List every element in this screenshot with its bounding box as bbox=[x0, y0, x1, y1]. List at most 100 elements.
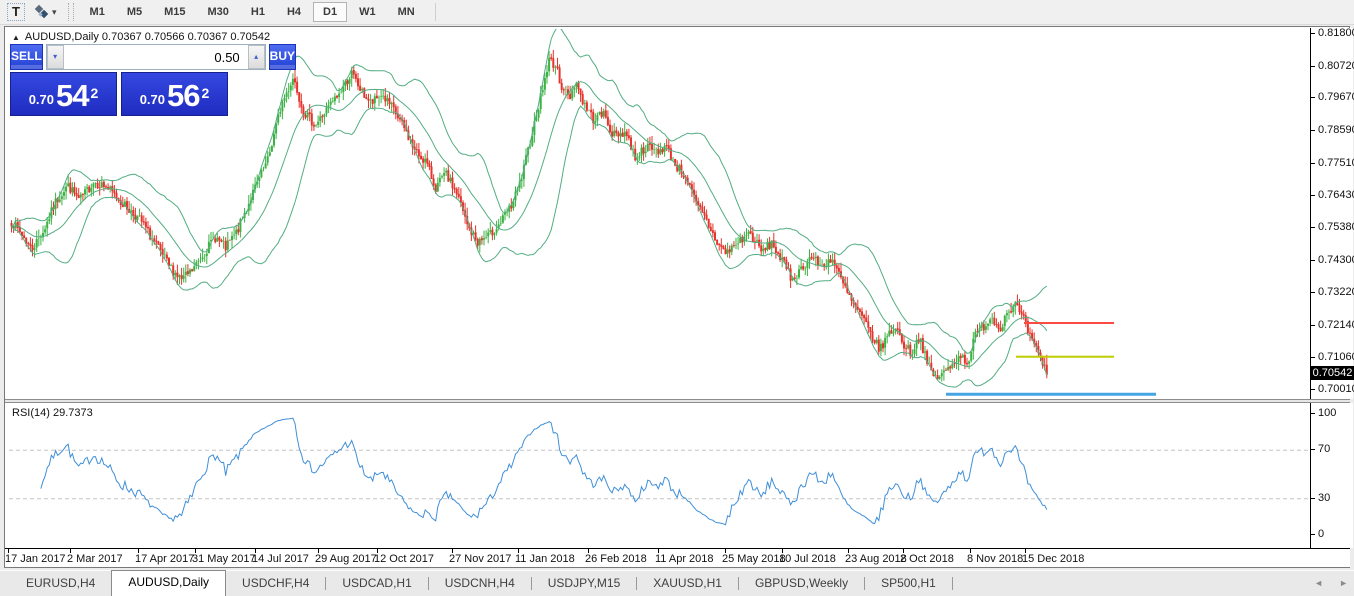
rsi-tick bbox=[1311, 449, 1315, 450]
price-tick-label: 0.76430 bbox=[1318, 189, 1354, 201]
chart-tab-usdcad-h1[interactable]: USDCAD,H1 bbox=[326, 572, 427, 596]
price-tick bbox=[1311, 389, 1315, 390]
rsi-pane-chart[interactable] bbox=[9, 404, 1311, 549]
chart-tab-gbpusd-weekly[interactable]: GBPUSD,Weekly bbox=[739, 572, 864, 596]
toolbar-separator bbox=[435, 3, 436, 21]
chart-tab-usdcnh-h4[interactable]: USDCNH,H4 bbox=[429, 572, 531, 596]
sell-price-big: 54 bbox=[56, 82, 88, 110]
chart-tab-usdjpy-m15[interactable]: USDJPY,M15 bbox=[532, 572, 636, 596]
price-tick-label: 0.70010 bbox=[1318, 383, 1354, 395]
tab-scroll-right-icon[interactable]: ► bbox=[1339, 578, 1348, 588]
chart-title-text: AUDUSD,Daily 0.70367 0.70566 0.70367 0.7… bbox=[25, 31, 270, 43]
rsi-tick-label: 70 bbox=[1318, 443, 1330, 455]
price-tick bbox=[1311, 325, 1315, 326]
price-tick-label: 0.79670 bbox=[1318, 91, 1354, 103]
sell-button[interactable]: SELL bbox=[10, 44, 43, 70]
price-tick-label: 0.72140 bbox=[1318, 319, 1354, 331]
price-tick bbox=[1311, 292, 1315, 293]
price-tick-label: 0.74300 bbox=[1318, 254, 1354, 266]
buy-price-pip: 2 bbox=[202, 88, 210, 98]
time-tick-label: 14 Jul 2017 bbox=[252, 553, 309, 565]
timeframe-button-m15[interactable]: M15 bbox=[154, 2, 195, 22]
rsi-tick bbox=[1311, 498, 1315, 499]
time-tick-label: 11 Jan 2018 bbox=[515, 553, 575, 565]
rsi-tick bbox=[1311, 413, 1315, 414]
time-tick-label: 23 Aug 2018 bbox=[845, 553, 907, 565]
price-tick bbox=[1311, 66, 1315, 67]
time-tick-label: 26 Feb 2018 bbox=[585, 553, 647, 565]
chart-title: ▲ AUDUSD,Daily 0.70367 0.70566 0.70367 0.… bbox=[12, 31, 270, 43]
sell-price-display[interactable]: 0.70 54 2 bbox=[10, 72, 117, 116]
chevron-down-icon: ▾ bbox=[52, 7, 57, 18]
time-axis[interactable]: 17 Jan 20172 Mar 201717 Apr 201731 May 2… bbox=[5, 548, 1350, 567]
rsi-tick bbox=[1311, 534, 1315, 535]
pane-divider[interactable] bbox=[5, 399, 1350, 403]
rsi-tick-label: 100 bbox=[1318, 407, 1336, 419]
top-toolbar: T ▾ M1M5M15M30H1H4D1W1MN bbox=[0, 0, 1354, 25]
time-tick-label: 15 Dec 2018 bbox=[1022, 553, 1084, 565]
rsi-indicator-label: RSI(14) 29.7373 bbox=[12, 407, 93, 419]
rsi-tick-label: 0 bbox=[1318, 528, 1324, 540]
time-tick-label: 12 Oct 2017 bbox=[374, 553, 434, 565]
price-tick-label: 0.77510 bbox=[1318, 157, 1354, 169]
text-tool-icon: T bbox=[7, 3, 25, 21]
timeframe-button-m5[interactable]: M5 bbox=[117, 2, 152, 22]
collapse-panel-icon[interactable]: ▲ bbox=[12, 33, 20, 42]
timeframe-group: M1M5M15M30H1H4D1W1MN bbox=[80, 2, 427, 22]
timeframe-button-d1[interactable]: D1 bbox=[313, 2, 347, 22]
time-tick-label: 8 Nov 2018 bbox=[967, 553, 1023, 565]
timeframe-button-h1[interactable]: H1 bbox=[241, 2, 275, 22]
time-tick-label: 31 May 2017 bbox=[192, 553, 256, 565]
price-tick bbox=[1311, 357, 1315, 358]
one-click-trading-panel: SELL ▾ ▴ BUY 0.70 54 2 0.70 56 2 bbox=[10, 44, 228, 116]
tab-scroll-left-icon[interactable]: ◄ bbox=[1314, 578, 1323, 588]
lot-size-input[interactable] bbox=[64, 45, 248, 69]
price-tick-label: 0.80720 bbox=[1318, 60, 1354, 72]
price-tick-label: 0.73220 bbox=[1318, 286, 1354, 298]
text-label-tool-button[interactable]: T bbox=[4, 2, 28, 22]
buy-price-display[interactable]: 0.70 56 2 bbox=[121, 72, 228, 116]
timeframe-button-m1[interactable]: M1 bbox=[80, 2, 115, 22]
timeframe-button-mn[interactable]: MN bbox=[388, 2, 425, 22]
timeframe-button-h4[interactable]: H4 bbox=[277, 2, 311, 22]
chart-tab-xauusd-h1[interactable]: XAUUSD,H1 bbox=[637, 572, 738, 596]
price-tick-label: 0.78590 bbox=[1318, 124, 1354, 136]
current-price-tag: 0.70542 bbox=[1311, 366, 1354, 380]
time-tick-label: 17 Apr 2017 bbox=[135, 553, 194, 565]
time-tick-label: 2 Mar 2017 bbox=[67, 553, 123, 565]
chart-tab-eurusd-h4[interactable]: EURUSD,H4 bbox=[10, 572, 111, 596]
chart-tab-usdchf-h4[interactable]: USDCHF,H4 bbox=[226, 572, 325, 596]
timeframe-button-m30[interactable]: M30 bbox=[198, 2, 239, 22]
price-tick-label: 0.81800 bbox=[1318, 27, 1354, 39]
sell-price-pip: 2 bbox=[91, 88, 99, 98]
buy-price-prefix: 0.70 bbox=[140, 90, 165, 110]
lot-decrease-button[interactable]: ▾ bbox=[47, 45, 64, 69]
rsi-scale[interactable]: 10070300 bbox=[1310, 403, 1353, 548]
chart-tab-sp500-h1[interactable]: SP500,H1 bbox=[865, 572, 952, 596]
price-tick bbox=[1311, 163, 1315, 164]
price-tick bbox=[1311, 260, 1315, 261]
price-tick-label: 0.75380 bbox=[1318, 221, 1354, 233]
arrows-tool-button[interactable]: ▾ bbox=[32, 2, 58, 22]
chart-tab-bar: EURUSD,H4AUDUSD,DailyUSDCHF,H4USDCAD,H1U… bbox=[0, 570, 1354, 596]
chart-tab-audusd-daily[interactable]: AUDUSD,Daily bbox=[111, 570, 226, 596]
tab-separator bbox=[952, 577, 953, 590]
price-tick-label: 0.71060 bbox=[1318, 351, 1354, 363]
price-tick bbox=[1311, 227, 1315, 228]
time-tick-label: 25 May 2018 bbox=[722, 553, 786, 565]
price-tick bbox=[1311, 33, 1315, 34]
time-tick-label: 27 Nov 2017 bbox=[449, 553, 511, 565]
price-scale[interactable]: 0.81800 0.80720 0.79670 0.78590 0.77510 0.764… bbox=[1310, 28, 1353, 399]
price-tick bbox=[1311, 130, 1315, 131]
buy-button[interactable]: BUY bbox=[269, 44, 296, 70]
arrows-icon bbox=[33, 4, 49, 20]
lot-increase-button[interactable]: ▴ bbox=[248, 45, 265, 69]
sell-price-prefix: 0.70 bbox=[29, 90, 54, 110]
price-tick bbox=[1311, 195, 1315, 196]
timeframe-button-w1[interactable]: W1 bbox=[349, 2, 386, 22]
toolbar-grip-handle[interactable] bbox=[68, 3, 74, 21]
time-tick-label: 2 Oct 2018 bbox=[900, 553, 954, 565]
price-tick bbox=[1311, 97, 1315, 98]
time-tick-label: 11 Apr 2018 bbox=[655, 553, 714, 565]
time-tick-label: 10 Jul 2018 bbox=[779, 553, 836, 565]
